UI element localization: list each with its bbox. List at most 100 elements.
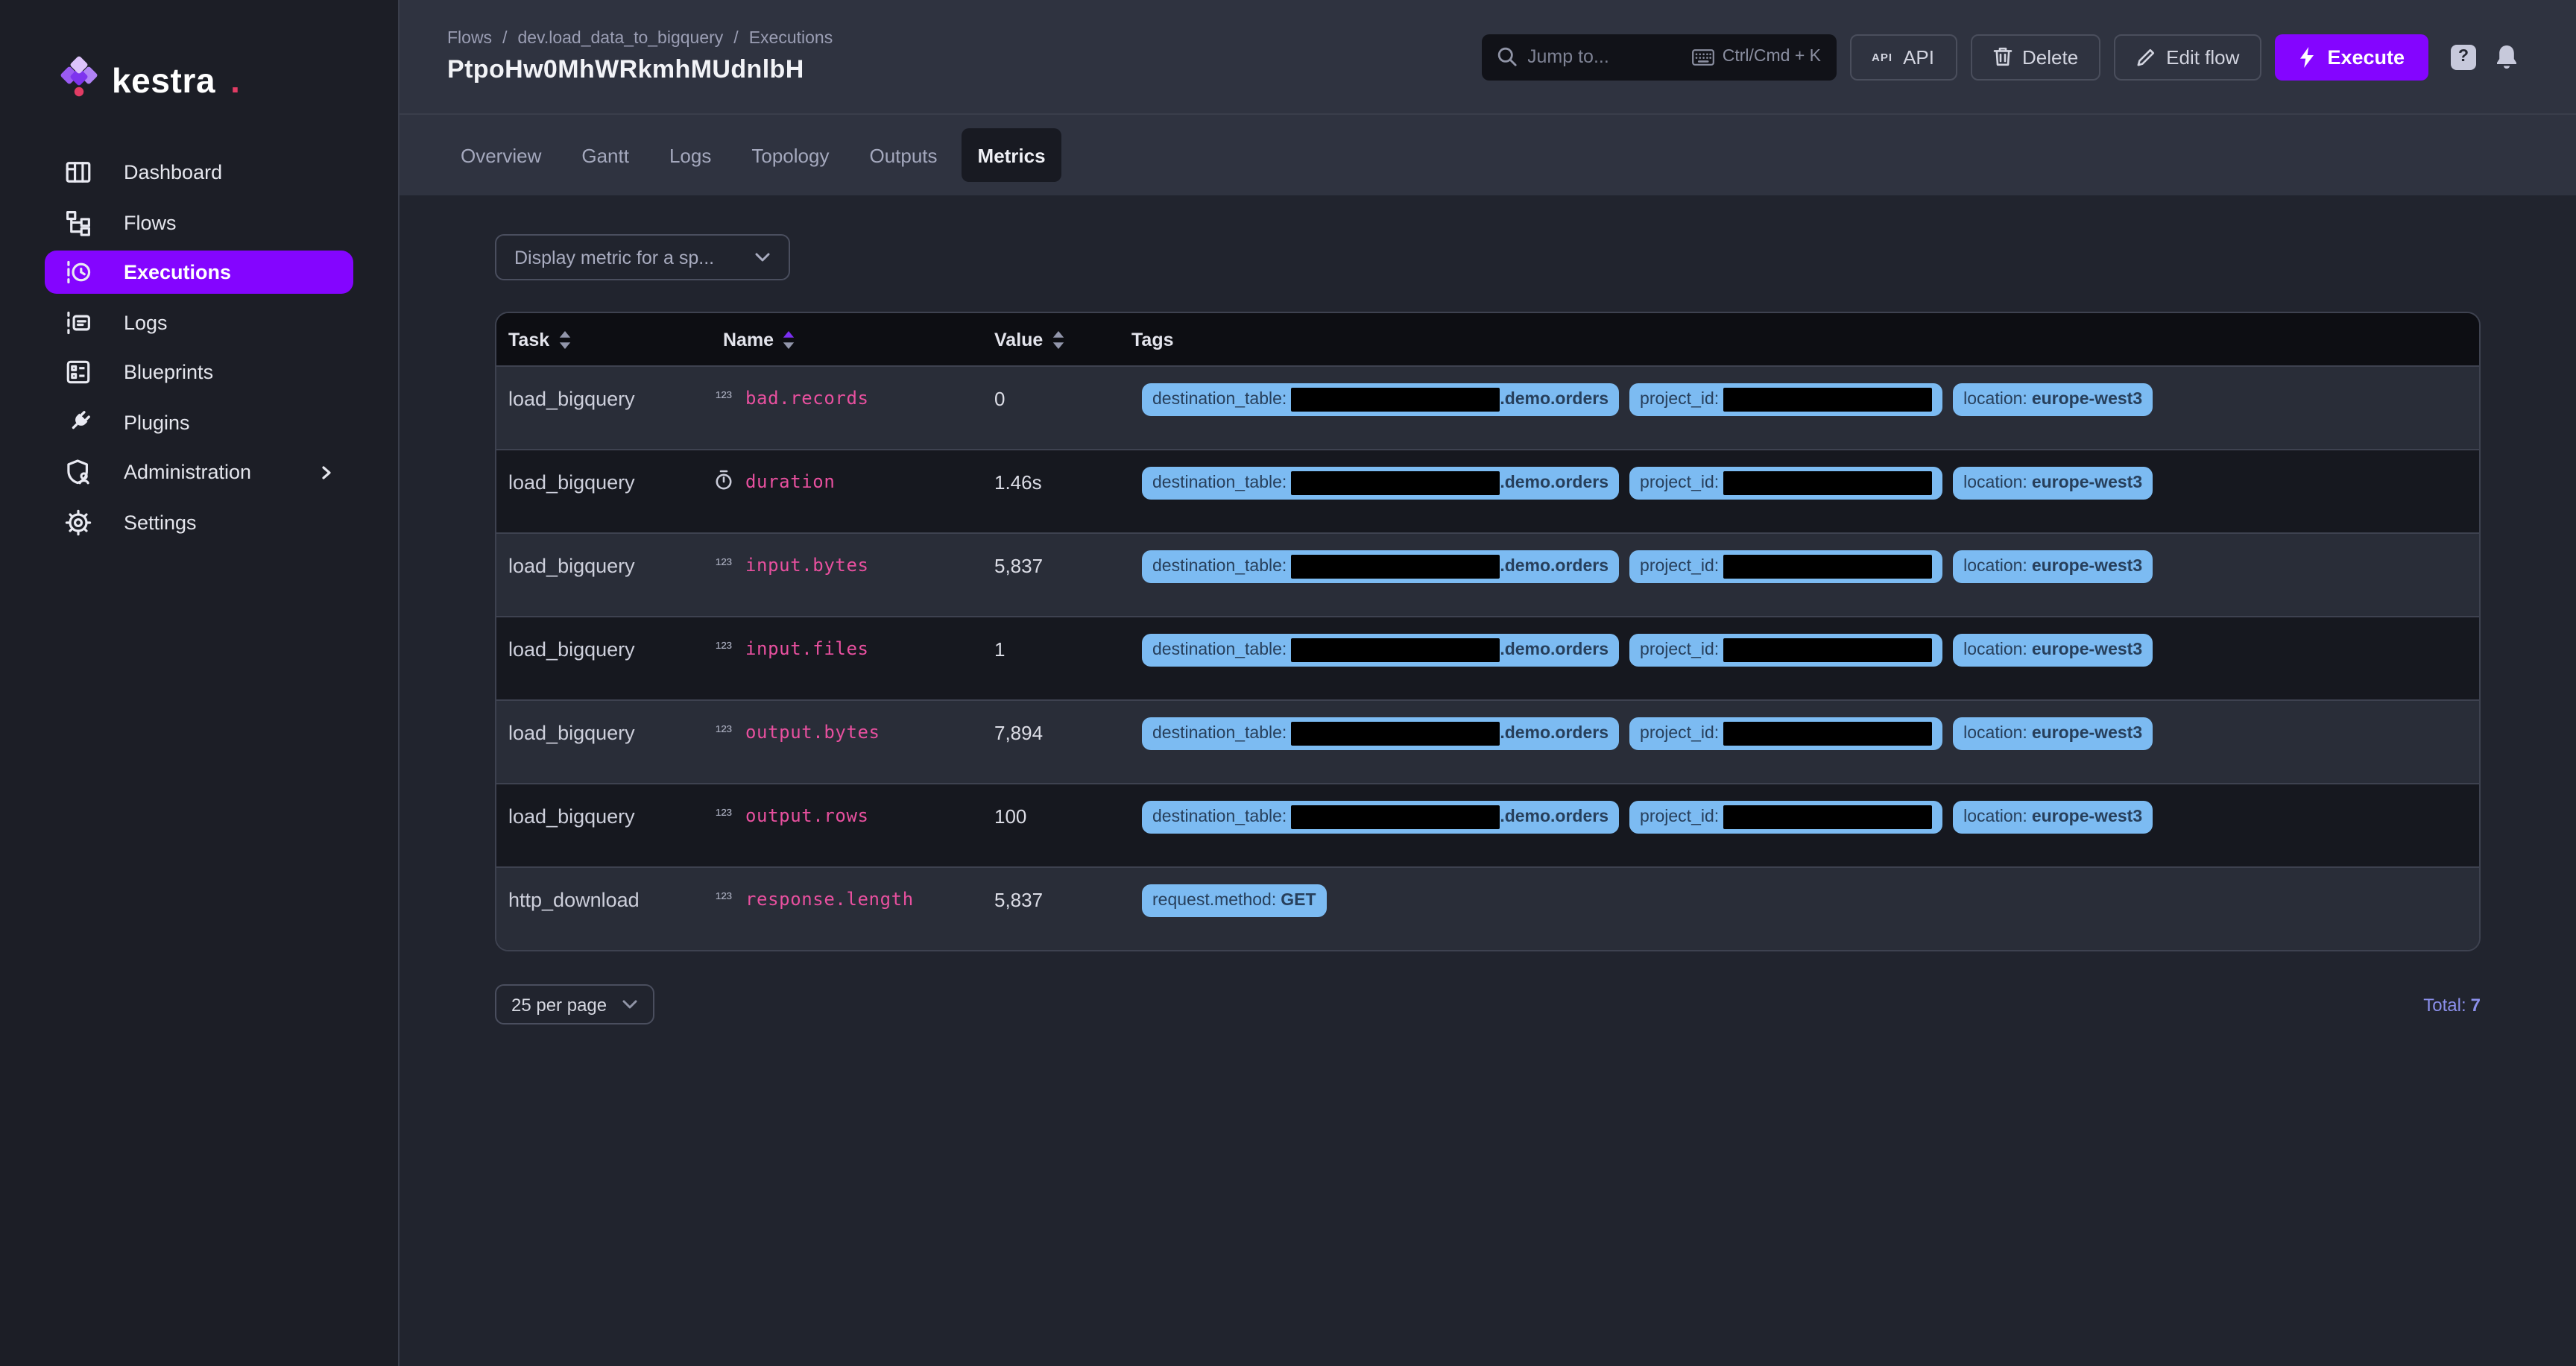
tag-key: location: [1963,641,2027,659]
metrics-table: TaskNameValueTags load_bigquery ¹²³ bad.… [495,312,2481,951]
table-row: load_bigquery duration 1.46s destination… [496,449,2479,532]
breadcrumb-link[interactable]: Flows [447,29,492,47]
task-cell: load_bigquery [496,367,711,449]
tags-cell: destination_table:.demo.orders project_i… [1120,450,2479,532]
column-header-task[interactable]: Task [496,329,711,350]
metric-name: duration [745,470,835,495]
tag-key: project_id: [1640,474,1719,492]
tag-chip: location: europe-west3 [1953,634,2153,667]
column-label: Task [508,329,549,350]
breadcrumb-link[interactable]: Executions [749,29,833,47]
task-cell: http_download [496,868,711,950]
metric-name: input.files [745,637,869,662]
sidebar-item-settings[interactable]: Settings [45,500,353,544]
metric-name-cell: ¹²³ output.rows [711,784,982,866]
tab-gantt[interactable]: Gantt [565,128,645,182]
metric-name: bad.records [745,386,869,412]
search-input[interactable] [1527,46,1682,67]
tag-value: europe-west3 [2032,391,2142,409]
notifications-bell-icon[interactable] [2494,43,2519,70]
metric-filter-dropdown[interactable]: Display metric for a sp... [495,234,790,280]
tag-chip: project_id: [1629,383,1942,416]
table-header-row: Task Name ValueTags [496,313,2479,365]
sidebar-item-logs[interactable]: Logs [45,300,353,344]
sidebar-item-plugins[interactable]: Plugins [45,400,353,444]
page-title: PtpoHw0MhWRkmhMUdnlbH [447,54,833,84]
tag-value: .demo.orders [1500,725,1609,743]
tag-key: destination_table: [1152,391,1287,409]
breadcrumb-separator: / [733,29,738,47]
sort-icon [783,330,795,348]
table-row: load_bigquery ¹²³ output.rows 100 destin… [496,783,2479,866]
metric-value-cell: 1.46s [982,450,1120,532]
flows-icon [64,208,92,236]
tab-metrics[interactable]: Metrics [962,128,1062,182]
tag-key: destination_table: [1152,474,1287,492]
redacted-value [1723,638,1932,662]
per-page-select[interactable]: 25 per page [495,984,654,1024]
tag-value: .demo.orders [1500,558,1609,576]
sidebar-item-label: Settings [124,511,197,533]
execute-button[interactable]: Execute [2275,34,2428,80]
redacted-value [1723,722,1932,746]
kestra-logo[interactable]: kestra. [60,54,398,109]
sidebar-nav: Dashboard Flows Executions Logs Blueprints Pl… [0,151,398,550]
api-button[interactable]: API API [1849,34,1957,80]
tag-chip: destination_table:.demo.orders [1142,550,1619,583]
metric-name-cell: duration [711,450,982,532]
table-row: load_bigquery ¹²³ output.bytes 7,894 des… [496,699,2479,783]
tag-key: request.method: [1152,892,1276,910]
sidebar-item-dashboard[interactable]: Dashboard [45,151,353,194]
breadcrumb: Flows / dev.load_data_to_bigquery / Executio… [447,29,833,47]
tag-key: destination_table: [1152,808,1287,826]
tags-cell: destination_table:.demo.orders project_i… [1120,784,2479,866]
topbar: Flows / dev.load_data_to_bigquery / Executio… [400,0,2576,113]
tag-value: .demo.orders [1500,391,1609,409]
jump-to-search[interactable]: Ctrl/Cmd + K [1481,34,1836,80]
total-count: Total:7 [2423,994,2481,1015]
tag-chip: destination_table:.demo.orders [1142,801,1619,834]
redacted-value [1291,722,1500,746]
tag-chip: location:europe-west3 [1953,717,2153,750]
redacted-value [1291,471,1500,495]
redacted-value [1291,805,1500,829]
sidebar-item-administration[interactable]: Administration [45,450,353,494]
column-header-name[interactable]: Name [711,329,982,350]
help-button[interactable]: ? [2451,44,2476,69]
tag-chip: project_id: [1629,801,1942,834]
tags-cell: destination_table: .demo.orders project_i… [1120,367,2479,449]
edit-flow-button[interactable]: Edit flow [2114,34,2261,80]
sidebar-item-executions[interactable]: Executions [45,251,353,294]
search-icon [1496,46,1517,67]
delete-button[interactable]: Delete [1970,34,2100,80]
metric-value-cell: 1 [982,617,1120,699]
sidebar-item-flows[interactable]: Flows [45,201,353,244]
tag-key: project_id: [1640,641,1719,659]
column-header-value[interactable]: Value [982,329,1120,350]
column-header-tags: Tags [1120,329,2479,350]
tag-key: destination_table: [1152,641,1287,659]
sidebar-item-label: Flows [124,211,177,233]
metric-name: input.bytes [745,553,869,579]
executions-icon [64,258,92,286]
table-footer: 25 per page Total:7 [495,984,2481,1024]
tab-logs[interactable]: Logs [653,128,727,182]
tag-chip: project_id: [1629,550,1942,583]
tab-topology[interactable]: Topology [735,128,845,182]
breadcrumb-separator: / [502,29,507,47]
main-area: Flows / dev.load_data_to_bigquery / Executio… [400,0,2576,1366]
tab-outputs[interactable]: Outputs [853,128,953,182]
column-label: Name [723,329,774,350]
metric-name: response.length [745,887,914,913]
tab-overview[interactable]: Overview [444,128,558,182]
tag-value: europe-west3 [2032,641,2142,659]
metric-name-cell: ¹²³ response.length [711,868,982,950]
redacted-value [1723,388,1932,412]
breadcrumb-link[interactable]: dev.load_data_to_bigquery [517,29,723,47]
tag-chip: request.method:GET [1142,884,1327,917]
sidebar-item-label: Logs [124,311,168,333]
metric-value-cell: 100 [982,784,1120,866]
redacted-value [1723,555,1932,579]
sidebar-item-blueprints[interactable]: Blueprints [45,350,353,394]
sidebar-item-label: Executions [124,261,231,283]
